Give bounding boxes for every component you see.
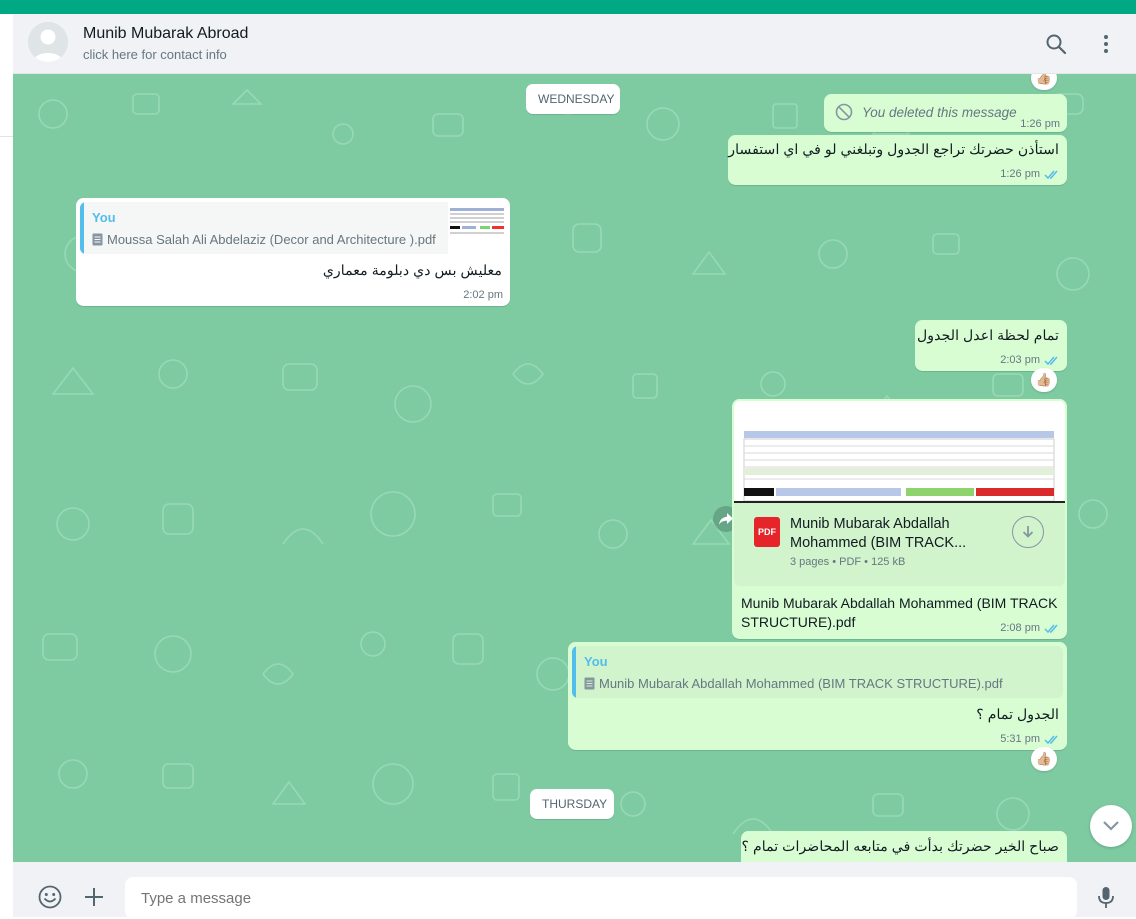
quote-author: You (584, 654, 608, 669)
quoted-message[interactable]: You Moussa Salah Ali Abdelaziz (Decor an… (80, 202, 506, 254)
quote-file-name: Munib Mubarak Abdallah Mohammed (BIM TRA… (599, 676, 1003, 691)
chat-area[interactable]: 👍🏼 WEDNESDAY You deleted this message 1:… (13, 74, 1136, 862)
thumbs-up-icon: 👍🏼 (1035, 751, 1053, 766)
contact-name[interactable]: Munib Mubarak Abroad (83, 25, 248, 43)
date-chip: THURSDAY (530, 789, 614, 819)
chevron-down-icon (1103, 821, 1119, 831)
quote-bar (572, 646, 576, 698)
quote-thumbnail (448, 202, 506, 254)
blocked-icon (835, 103, 853, 121)
date-chip: WEDNESDAY (526, 84, 620, 114)
pdf-file-icon: PDF (754, 517, 780, 547)
quote-file-name: Moussa Salah Ali Abdelaziz (Decor and Ar… (107, 232, 436, 247)
incoming-message-bubble[interactable]: You Moussa Salah Ali Abdelaziz (Decor an… (76, 198, 510, 306)
pdf-preview[interactable] (734, 401, 1065, 503)
deleted-message-text: You deleted this message (862, 105, 1017, 120)
message-text: الجدول تمام ؟ (976, 707, 1059, 723)
message-text: تمام لحظة اعدل الجدول (917, 328, 1059, 344)
message-composer (13, 862, 1136, 919)
reaction-badge[interactable]: 👍🏼 (1031, 368, 1057, 392)
panel-divider (0, 136, 13, 137)
message-text: استأذن حضرتك تراجع الجدول وتبلغني لو في … (728, 142, 1059, 158)
quoted-message[interactable]: You Munib Mubarak Abdallah Mohammed (BIM… (572, 646, 1063, 698)
download-icon (1022, 526, 1034, 538)
outgoing-message-bubble[interactable]: استأذن حضرتك تراجع الجدول وتبلغني لو في … (728, 135, 1067, 185)
download-button[interactable] (1012, 516, 1044, 548)
double-check-icon (1044, 170, 1058, 179)
quote-author: You (92, 210, 116, 225)
pdf-file-name: Munib Mubarak Abdallah Mohammed (BIM TRA… (790, 516, 967, 551)
scroll-to-bottom-button[interactable] (1090, 805, 1132, 847)
emoji-icon[interactable] (37, 884, 63, 910)
left-panel-edge (0, 14, 14, 917)
message-time: 5:31 pm (1000, 733, 1040, 745)
mic-icon[interactable] (1093, 884, 1119, 910)
pdf-attachment[interactable]: PDF Munib Mubarak Abdallah Mohammed (BIM… (734, 401, 1065, 586)
reaction-badge[interactable]: 👍🏼 (1031, 747, 1057, 771)
message-time: 2:08 pm (1000, 622, 1040, 634)
message-time: 2:02 pm (463, 289, 503, 301)
message-input[interactable] (125, 877, 1077, 919)
double-check-icon (1044, 356, 1058, 365)
document-icon (584, 677, 595, 690)
default-avatar-icon (28, 22, 68, 62)
thumbs-up-icon: 👍🏼 (1035, 74, 1053, 85)
avatar[interactable] (28, 22, 68, 62)
message-text: معليش بس دي دبلومة معماري (322, 263, 502, 279)
quote-bar (80, 202, 84, 254)
outgoing-message-bubble[interactable]: صباح الخير حضرتك بدأت في متابعه المحاضرا… (741, 831, 1067, 862)
outgoing-message-bubble[interactable]: You Munib Mubarak Abdallah Mohammed (BIM… (568, 642, 1067, 750)
double-check-icon (1044, 624, 1058, 633)
pdf-file-info: 3 pages • PDF • 125 kB (790, 556, 906, 568)
message-time: 2:03 pm (1000, 354, 1040, 366)
message-time: 1:26 pm (1020, 118, 1060, 130)
top-accent-bar (0, 0, 1136, 14)
search-icon[interactable] (1044, 32, 1068, 56)
menu-icon[interactable] (1094, 32, 1118, 56)
deleted-message-bubble[interactable]: You deleted this message 1:26 pm (824, 94, 1067, 132)
contact-info-link[interactable]: click here for contact info (83, 47, 227, 62)
message-time: 1:26 pm (1000, 168, 1040, 180)
attach-icon[interactable] (81, 884, 107, 910)
document-icon (92, 233, 103, 246)
message-text: صباح الخير حضرتك بدأت في متابعه المحاضرا… (741, 839, 1060, 855)
thumbs-up-icon: 👍🏼 (1035, 372, 1053, 387)
chat-header[interactable]: Munib Mubarak Abroad click here for cont… (13, 14, 1136, 74)
double-check-icon (1044, 735, 1058, 744)
pdf-preview-image (734, 401, 1065, 503)
outgoing-document-bubble[interactable]: PDF Munib Mubarak Abdallah Mohammed (BIM… (732, 399, 1067, 639)
outgoing-message-bubble[interactable]: تمام لحظة اعدل الجدول 2:03 pm (915, 320, 1067, 371)
